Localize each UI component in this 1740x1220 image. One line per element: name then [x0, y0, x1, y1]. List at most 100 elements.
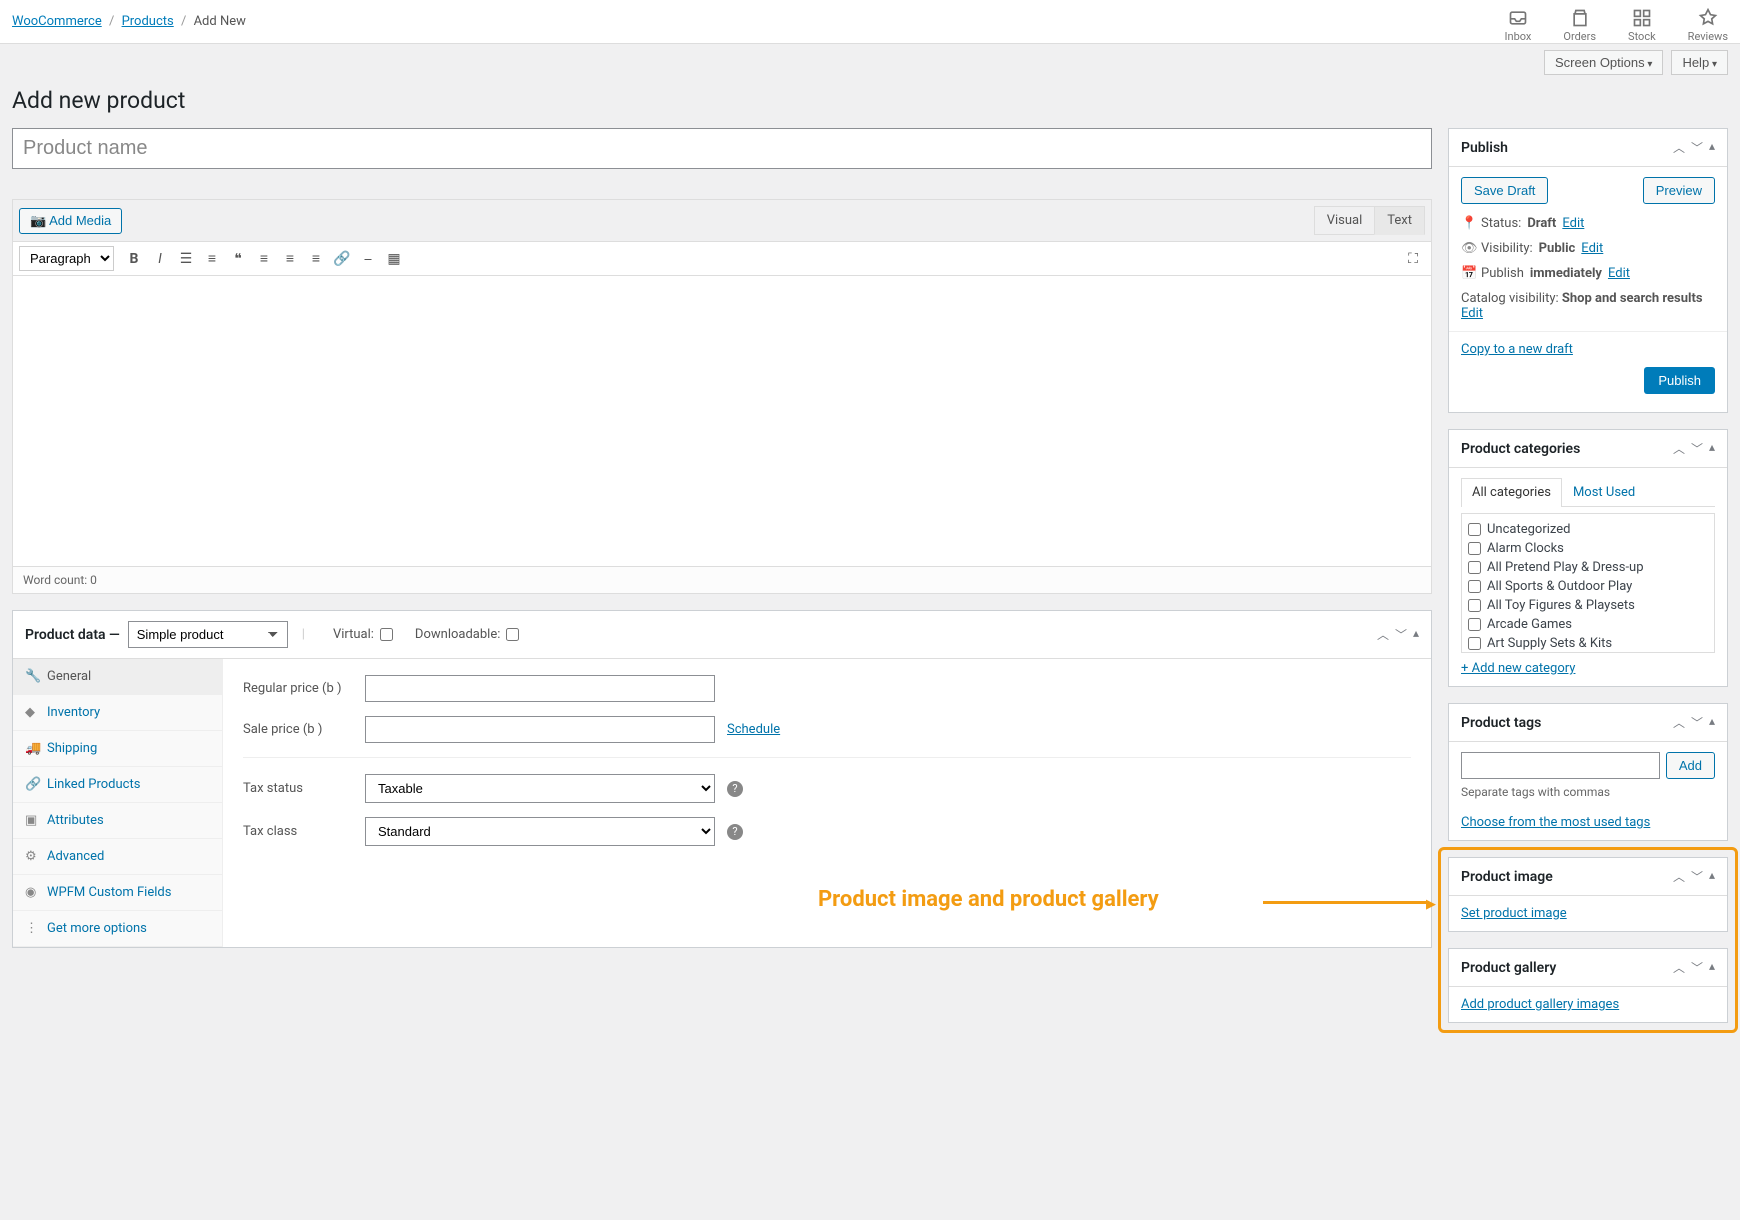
tax-status-label: Tax status — [243, 781, 353, 796]
fullscreen-icon[interactable]: ⛶ — [1401, 247, 1425, 271]
publish-button[interactable]: Publish — [1644, 367, 1715, 394]
regular-price-label: Regular price (b ) — [243, 681, 353, 696]
set-product-image-link[interactable]: Set product image — [1461, 906, 1567, 921]
tab-all-categories[interactable]: All categories — [1461, 478, 1562, 507]
fields-icon: ◉ — [25, 885, 39, 900]
align-left-icon[interactable]: ≡ — [252, 247, 276, 271]
tab-linked[interactable]: 🔗Linked Products — [13, 767, 222, 803]
copy-draft-link[interactable]: Copy to a new draft — [1461, 342, 1573, 357]
chevron-up-icon[interactable]: ︿ — [1673, 959, 1685, 976]
annotation-arrow: ▶ — [1263, 901, 1428, 904]
chevron-down-icon[interactable]: ﹀ — [1691, 139, 1703, 156]
more-icon: ⋮ — [25, 921, 39, 936]
category-item[interactable]: Alarm Clocks — [1468, 539, 1708, 558]
preview-button[interactable]: Preview — [1643, 177, 1715, 204]
category-item[interactable]: Art Supply Sets & Kits — [1468, 634, 1708, 653]
edit-status-link[interactable]: Edit — [1562, 216, 1584, 231]
number-list-icon[interactable]: ≡ — [200, 247, 224, 271]
triangle-up-icon[interactable]: ▴ — [1709, 139, 1715, 156]
chevron-down-icon[interactable]: ﹀ — [1691, 714, 1703, 731]
category-item[interactable]: All Toy Figures & Playsets — [1468, 596, 1708, 615]
sale-price-input[interactable] — [365, 716, 715, 743]
tax-class-select[interactable]: Standard — [365, 817, 715, 846]
category-item[interactable]: All Sports & Outdoor Play — [1468, 577, 1708, 596]
breadcrumb-woocommerce[interactable]: WooCommerce — [12, 14, 102, 29]
tax-status-select[interactable]: Taxable — [365, 774, 715, 803]
link-icon[interactable]: 🔗 — [330, 247, 354, 271]
regular-price-input[interactable] — [365, 675, 715, 702]
bold-icon[interactable]: B — [122, 247, 146, 271]
categories-title: Product categories — [1461, 441, 1580, 457]
choose-tags-link[interactable]: Choose from the most used tags — [1461, 815, 1650, 830]
save-draft-button[interactable]: Save Draft — [1461, 177, 1548, 204]
category-item[interactable]: All Pretend Play & Dress-up — [1468, 558, 1708, 577]
tab-text[interactable]: Text — [1374, 206, 1425, 235]
chevron-up-icon[interactable]: ︿ — [1673, 440, 1685, 457]
align-right-icon[interactable]: ≡ — [304, 247, 328, 271]
edit-visibility-link[interactable]: Edit — [1581, 241, 1603, 256]
triangle-up-icon[interactable]: ▴ — [1709, 714, 1715, 731]
tab-advanced[interactable]: ⚙Advanced — [13, 839, 222, 875]
chevron-up-icon[interactable]: ︿ — [1673, 868, 1685, 885]
category-list[interactable]: Uncategorized Alarm Clocks All Pretend P… — [1461, 513, 1715, 653]
chevron-up-icon[interactable]: ︿ — [1673, 714, 1685, 731]
help-button[interactable]: Help — [1671, 50, 1728, 75]
help-icon[interactable]: ? — [727, 781, 743, 797]
product-image-title: Product image — [1461, 869, 1553, 885]
readmore-icon[interactable]: ⎯ — [356, 247, 380, 271]
product-data-label: Product data — — [25, 627, 120, 643]
chevron-down-icon[interactable]: ﹀ — [1691, 868, 1703, 885]
italic-icon[interactable]: I — [148, 247, 172, 271]
eye-icon: 👁 — [1461, 241, 1475, 256]
triangle-up-icon[interactable]: ▴ — [1413, 626, 1419, 643]
help-icon[interactable]: ? — [727, 824, 743, 840]
tab-inventory[interactable]: ◆Inventory — [13, 695, 222, 731]
inbox-icon[interactable]: Inbox — [1505, 8, 1532, 43]
tab-shipping[interactable]: 🚚Shipping — [13, 731, 222, 767]
tab-attributes[interactable]: ▣Attributes — [13, 803, 222, 839]
quote-icon[interactable]: ❝ — [226, 247, 250, 271]
tab-most-used[interactable]: Most Used — [1562, 478, 1646, 506]
virtual-checkbox[interactable]: Virtual: — [333, 627, 393, 642]
format-select[interactable]: Paragraph — [19, 246, 114, 271]
inventory-icon: ◆ — [25, 705, 39, 720]
breadcrumb-products[interactable]: Products — [122, 14, 174, 29]
chevron-up-icon[interactable]: ︿ — [1377, 626, 1389, 643]
add-category-link[interactable]: + Add new category — [1461, 661, 1575, 676]
category-item[interactable]: Uncategorized — [1468, 520, 1708, 539]
category-item[interactable]: Arcade Games — [1468, 615, 1708, 634]
chevron-down-icon[interactable]: ﹀ — [1691, 959, 1703, 976]
add-gallery-images-link[interactable]: Add product gallery images — [1461, 997, 1619, 1012]
chevron-down-icon[interactable]: ﹀ — [1395, 626, 1407, 643]
edit-catalog-link[interactable]: Edit — [1461, 306, 1483, 321]
screen-options-button[interactable]: Screen Options — [1544, 50, 1663, 75]
tab-visual[interactable]: Visual — [1314, 206, 1376, 235]
product-type-select[interactable]: Simple product — [128, 621, 288, 648]
tag-input[interactable] — [1461, 752, 1660, 779]
orders-icon[interactable]: Orders — [1563, 8, 1596, 43]
schedule-link[interactable]: Schedule — [727, 722, 780, 737]
add-tag-button[interactable]: Add — [1666, 752, 1715, 779]
triangle-up-icon[interactable]: ▴ — [1709, 440, 1715, 457]
reviews-icon[interactable]: Reviews — [1688, 8, 1728, 43]
stock-icon[interactable]: Stock — [1628, 8, 1656, 43]
tab-general[interactable]: 🔧General — [13, 659, 222, 695]
tab-more[interactable]: ⋮Get more options — [13, 911, 222, 947]
tax-class-label: Tax class — [243, 824, 353, 839]
gear-icon: ⚙ — [25, 849, 39, 864]
product-name-input[interactable] — [12, 128, 1432, 169]
chevron-down-icon[interactable]: ﹀ — [1691, 440, 1703, 457]
bullet-list-icon[interactable]: ☰ — [174, 247, 198, 271]
toolbar-toggle-icon[interactable]: ▦ — [382, 247, 406, 271]
breadcrumb: WooCommerce / Products / Add New — [12, 8, 246, 29]
triangle-up-icon[interactable]: ▴ — [1709, 959, 1715, 976]
downloadable-checkbox[interactable]: Downloadable: — [415, 627, 519, 642]
align-center-icon[interactable]: ≡ — [278, 247, 302, 271]
editor-body[interactable] — [13, 276, 1431, 566]
add-media-button[interactable]: 📷 Add Media — [19, 208, 122, 234]
triangle-up-icon[interactable]: ▴ — [1709, 868, 1715, 885]
edit-date-link[interactable]: Edit — [1608, 266, 1630, 281]
product-gallery-title: Product gallery — [1461, 960, 1556, 976]
tab-wpfm[interactable]: ◉WPFM Custom Fields — [13, 875, 222, 911]
chevron-up-icon[interactable]: ︿ — [1673, 139, 1685, 156]
